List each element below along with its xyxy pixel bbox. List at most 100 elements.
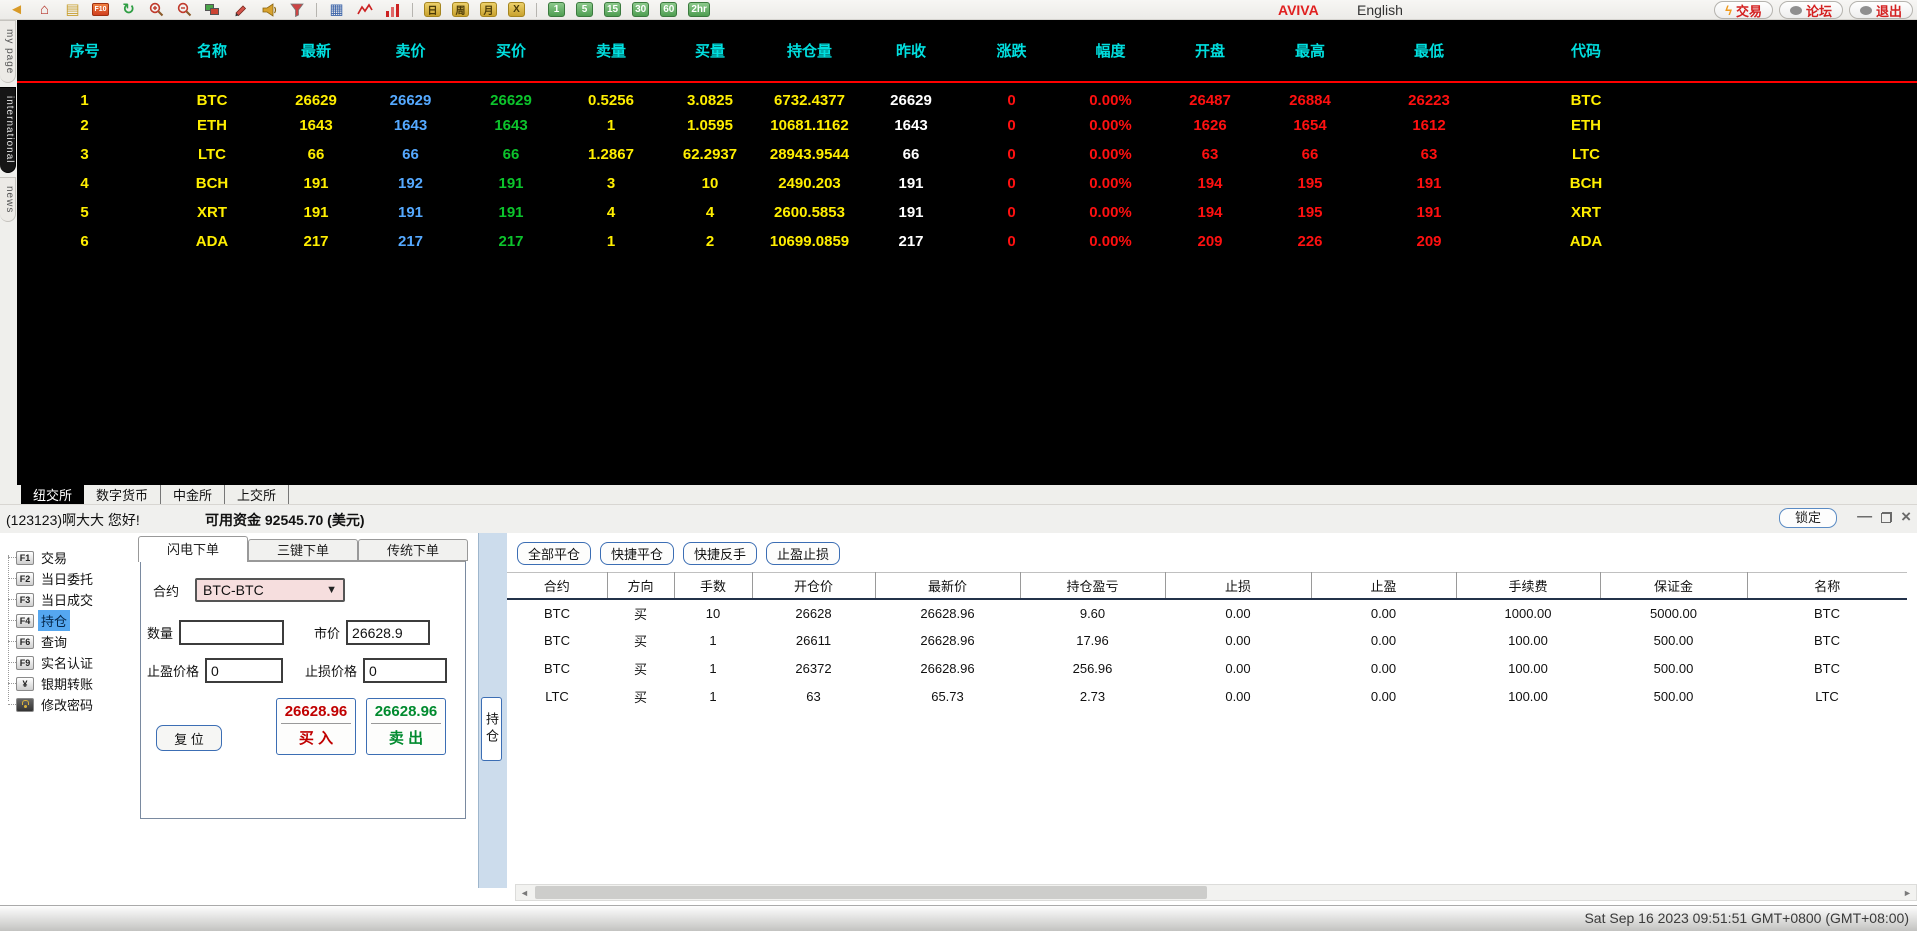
contract-select[interactable]: BTC-BTC ▼ <box>195 578 346 602</box>
menu-item-交易[interactable]: F1 交易 <box>8 547 133 568</box>
position-button-全部平仓[interactable]: 全部平仓 <box>517 542 592 565</box>
reset-button[interactable]: 复 位 <box>156 725 222 751</box>
quote-column-header[interactable]: 持仓量 <box>759 20 860 83</box>
position-column-header[interactable]: 保证金 <box>1600 572 1748 600</box>
quote-row[interactable]: 2 ETH 1643 1643 1643 1 1.0595 10681.1162 1643 0 0.… <box>17 111 1917 140</box>
quote-column-header[interactable]: 买量 <box>661 20 759 83</box>
exchange-tab-中金所[interactable]: 中金所 <box>161 485 226 504</box>
position-row[interactable]: BTC 买 10 26628 26628.96 9.60 0.00 0.00 1000.00 50… <box>507 599 1907 627</box>
interval-button-5[interactable]: 5 <box>576 2 593 17</box>
position-column-header[interactable]: 开仓价 <box>752 572 876 600</box>
restore-icon[interactable] <box>1881 511 1893 523</box>
position-row[interactable]: BTC 买 1 26372 26628.96 256.96 0.00 0.00 100.00 50… <box>507 655 1907 683</box>
action-button-forum[interactable]: 论坛 <box>1778 1 1843 19</box>
pencil-icon[interactable] <box>232 1 249 18</box>
position-column-header[interactable]: 手续费 <box>1456 572 1601 600</box>
interval-button-15[interactable]: 15 <box>604 2 622 17</box>
quote-row[interactable]: 4 BCH 191 192 191 3 10 2490.203 191 0 0.00% 194 195 1… <box>17 169 1917 198</box>
quote-row[interactable]: 3 LTC 66 66 66 1.2867 62.2937 28943.9544 66 0 0.00… <box>17 140 1917 169</box>
horn-icon[interactable] <box>260 1 277 18</box>
note-icon[interactable]: ▤ <box>64 1 81 18</box>
position-column-header[interactable]: 持仓盈亏 <box>1020 572 1166 600</box>
interval-button-60[interactable]: 60 <box>660 2 678 17</box>
quote-column-header[interactable]: 代码 <box>1498 20 1674 83</box>
zoom-out-icon[interactable] <box>176 1 193 18</box>
back-icon[interactable]: ◄ <box>8 1 25 18</box>
quote-column-header[interactable]: 卖量 <box>561 20 661 83</box>
period-button-月[interactable]: 月 <box>480 2 497 17</box>
order-tab-闪电下单[interactable]: 闪电下单 <box>138 536 248 562</box>
quote-column-header[interactable]: 昨收 <box>860 20 962 83</box>
quote-column-header[interactable]: 开盘 <box>1160 20 1260 83</box>
menu-item-持仓[interactable]: F4 持仓 <box>8 610 133 631</box>
side-tab-my-page[interactable]: my page <box>0 20 16 84</box>
scroll-left-icon[interactable]: ◄ <box>516 885 533 900</box>
action-button-trade[interactable]: ϟ 交易 <box>1714 1 1773 19</box>
refresh-icon[interactable]: ↻ <box>120 1 137 18</box>
menu-item-修改密码[interactable]: 修改密码 <box>8 694 133 715</box>
quote-column-header[interactable]: 最新 <box>272 20 360 83</box>
menu-item-当日成交[interactable]: F3 当日成交 <box>8 589 133 610</box>
menu-item-银期转账[interactable]: ¥ 银期转账 <box>8 673 133 694</box>
menu-item-查询[interactable]: F6 查询 <box>8 631 133 652</box>
quote-column-header[interactable]: 最高 <box>1260 20 1360 83</box>
close-icon[interactable]: × <box>1901 508 1911 525</box>
menu-item-实名认证[interactable]: F9 实名认证 <box>8 652 133 673</box>
quote-row[interactable]: 1 BTC 26629 26629 26629 0.5256 3.0825 6732.4377… <box>17 82 1917 111</box>
quote-row[interactable]: 6 ADA 217 217 217 1 2 10699.0859 217 0 0.00% 209 226… <box>17 227 1917 256</box>
position-column-header[interactable]: 方向 <box>607 572 675 600</box>
quote-column-header[interactable]: 涨跌 <box>962 20 1061 83</box>
f10-icon[interactable]: F10 <box>92 1 109 18</box>
line-chart-icon[interactable] <box>356 1 373 18</box>
shapes-icon[interactable] <box>204 1 221 18</box>
position-column-header[interactable]: 合约 <box>507 572 608 600</box>
buy-button[interactable]: 26628.96 买 入 <box>276 698 356 755</box>
side-tab-news[interactable]: news <box>0 176 16 223</box>
bar-chart-icon[interactable] <box>384 1 401 18</box>
quote-column-header[interactable]: 幅度 <box>1061 20 1160 83</box>
order-tab-传统下单[interactable]: 传统下单 <box>358 539 468 561</box>
zoom-in-icon[interactable] <box>148 1 165 18</box>
period-button-日[interactable]: 日 <box>424 2 441 17</box>
menu-item-当日委托[interactable]: F2 当日委托 <box>8 568 133 589</box>
action-button-exit[interactable]: 退出 <box>1848 1 1913 19</box>
side-tab-international[interactable]: international <box>0 87 16 173</box>
position-button-止盈止损[interactable]: 止盈止损 <box>766 542 841 565</box>
minimize-icon[interactable]: — <box>1857 509 1872 524</box>
quote-column-header[interactable]: 序号 <box>17 20 152 83</box>
position-row[interactable]: LTC 买 1 63 65.73 2.73 0.00 0.00 100.00 500.00 LTC <box>507 683 1907 711</box>
position-button-快捷平仓[interactable]: 快捷平仓 <box>600 542 675 565</box>
position-row[interactable]: BTC 买 1 26611 26628.96 17.96 0.00 0.00 100.00 500… <box>507 627 1907 655</box>
position-button-快捷反手[interactable]: 快捷反手 <box>683 542 758 565</box>
exchange-tab-数字货币[interactable]: 数字货币 <box>84 485 162 504</box>
filter-icon[interactable] <box>288 1 305 18</box>
exchange-tab-纽交所[interactable]: 纽交所 <box>21 485 85 504</box>
market-price-input[interactable] <box>346 620 431 645</box>
quote-column-header[interactable]: 买价 <box>461 20 561 83</box>
language-selector[interactable]: English <box>1357 2 1403 18</box>
position-column-header[interactable]: 手数 <box>674 572 753 600</box>
stop-loss-input[interactable] <box>363 658 448 683</box>
take-profit-input[interactable] <box>205 658 284 683</box>
position-column-header[interactable]: 止损 <box>1165 572 1312 600</box>
position-column-header[interactable]: 名称 <box>1747 572 1907 600</box>
quote-column-header[interactable]: 名称 <box>152 20 272 83</box>
quote-column-header[interactable]: 最低 <box>1360 20 1498 83</box>
interval-button-30[interactable]: 30 <box>632 2 650 17</box>
quantity-input[interactable] <box>179 620 285 645</box>
home-icon[interactable]: ⌂ <box>36 1 53 18</box>
scroll-right-icon[interactable]: ► <box>1899 885 1916 900</box>
position-column-header[interactable]: 最新价 <box>875 572 1021 600</box>
sell-button[interactable]: 26628.96 卖 出 <box>366 698 446 755</box>
exchange-tab-上交所[interactable]: 上交所 <box>225 485 290 504</box>
interval-button-1[interactable]: 1 <box>548 2 565 17</box>
position-vertical-tab[interactable]: 持仓 <box>481 697 502 761</box>
scrollbar-thumb[interactable] <box>535 886 1207 899</box>
lock-button[interactable]: 锁定 <box>1779 508 1837 528</box>
period-button-周[interactable]: 周 <box>452 2 469 17</box>
quote-row[interactable]: 5 XRT 191 191 191 4 4 2600.5853 191 0 0.00% 194 195 1… <box>17 198 1917 227</box>
order-tab-三键下单[interactable]: 三键下单 <box>248 539 358 561</box>
interval-button-2hr[interactable]: 2hr <box>688 2 710 17</box>
period-button-X[interactable]: X <box>508 2 525 17</box>
horizontal-scrollbar[interactable]: ◄ ► <box>515 884 1917 901</box>
